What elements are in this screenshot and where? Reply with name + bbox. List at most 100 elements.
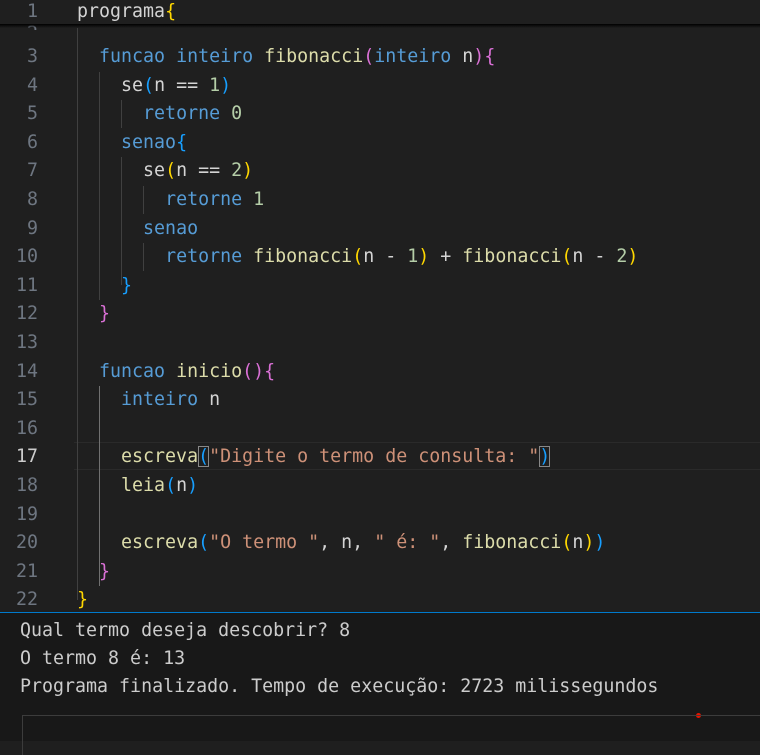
code-token: } — [99, 303, 111, 325]
code-token: ) — [242, 160, 254, 182]
code-token: n — [209, 389, 221, 411]
code-token: ) — [473, 46, 485, 67]
code-token: inteiro — [176, 46, 254, 67]
code-token: inicio — [176, 360, 243, 382]
indent-guide — [121, 100, 123, 128]
code-text: senao{ — [77, 129, 187, 157]
indent-guide — [143, 186, 145, 214]
code-line[interactable]: 5 retorne 0 — [0, 100, 760, 128]
terminal-output-line-2: O termo 8 é: 13 — [20, 648, 186, 669]
code-line[interactable]: 18 leia(n) — [0, 472, 760, 500]
line-number: 8 — [26, 189, 38, 210]
code-token: retorne — [165, 246, 243, 268]
code-token: ) — [220, 74, 232, 96]
code-text: } — [77, 586, 88, 613]
code-line[interactable]: 15 inteiro n — [0, 386, 760, 414]
code-token: ( — [561, 532, 573, 554]
code-token: se — [121, 74, 144, 96]
code-token: senao — [143, 217, 199, 239]
code-token: funcao — [99, 360, 166, 382]
line-number: 19 — [15, 503, 38, 525]
code-text: } — [77, 272, 132, 300]
line-number: 14 — [15, 360, 38, 382]
code-token: ( — [143, 74, 155, 96]
code-line[interactable]: 9 senao — [0, 215, 760, 243]
code-token: } — [99, 560, 111, 582]
line-number: 16 — [15, 417, 38, 439]
code-token: "O termo " — [209, 532, 320, 554]
line-number: 18 — [15, 475, 38, 496]
code-line[interactable]: 14 funcao inicio(){ — [0, 358, 760, 386]
code-line[interactable]: 3 funcao inteiro fibonacci(inteiro n){ — [0, 43, 760, 71]
code-token: ( — [165, 475, 177, 496]
code-token: 1 — [407, 246, 419, 268]
code-line[interactable]: 19 — [0, 501, 760, 529]
code-token: } — [121, 274, 133, 296]
code-line[interactable]: 10 retorne fibonacci(n - 1) + fibonacci(… — [0, 243, 760, 271]
code-token: ) — [253, 360, 265, 382]
code-token: ) — [418, 246, 430, 268]
line-number: 20 — [15, 532, 38, 554]
line-number: 4 — [26, 74, 38, 96]
code-token: , — [440, 532, 463, 554]
code-line[interactable]: 21 } — [0, 558, 760, 586]
code-token: retorne — [143, 103, 221, 125]
line-number: 13 — [15, 332, 38, 353]
line-number: 10 — [15, 246, 38, 268]
line-number: 3 — [26, 46, 38, 67]
code-token: ( — [363, 46, 375, 67]
code-token: inteiro — [374, 46, 452, 67]
terminal-output-line-3: Programa finalizado. Tempo de execução: … — [20, 676, 659, 697]
indent-guide — [121, 157, 123, 285]
code-line[interactable]: 22} — [0, 586, 760, 613]
terminal-input[interactable] — [22, 715, 760, 755]
code-token: 1 — [253, 189, 265, 210]
code-token: ) — [594, 532, 606, 554]
code-text: senao — [77, 215, 198, 243]
code-line[interactable]: 4 se(n == 1) — [0, 72, 760, 100]
terminal-output-line-1: Qual termo deseja descobrir? 8 — [20, 620, 351, 641]
code-line[interactable]: 17 escreva("Digite o termo de consulta: … — [0, 443, 760, 471]
code-line[interactable]: 13 — [0, 329, 760, 357]
line-number: 9 — [26, 217, 38, 239]
code-line[interactable]: 20 escreva("O termo ", n, " é: ", fibona… — [0, 529, 760, 557]
code-token: n — [176, 475, 188, 496]
code-token: 2 — [616, 246, 628, 268]
code-token: retorne — [165, 189, 243, 210]
code-token: n - — [363, 246, 408, 268]
code-token: ( — [352, 246, 364, 268]
code-text: retorne 0 — [77, 100, 242, 128]
code-token: n - — [572, 246, 617, 268]
code-token: n — [462, 46, 474, 67]
indent-guide — [77, 28, 78, 600]
code-token: { — [484, 46, 496, 67]
code-token: ) — [627, 246, 639, 268]
code-line[interactable]: 7 se(n == 2) — [0, 157, 760, 185]
code-line[interactable]: 8 retorne 1 — [0, 186, 760, 214]
code-token: ) — [187, 475, 199, 496]
code-text: funcao inteiro fibonacci(inteiro n){ — [77, 43, 495, 71]
code-line[interactable]: 16 — [0, 415, 760, 443]
code-text: retorne fibonacci(n - 1) + fibonacci(n -… — [77, 243, 638, 271]
code-token: + — [429, 246, 463, 268]
code-token: inteiro — [121, 389, 199, 411]
code-line[interactable]: 11 } — [0, 272, 760, 300]
terminal-panel[interactable]: Qual termo deseja descobrir? 8 O termo 8… — [0, 613, 760, 755]
line-number: 17 — [15, 446, 38, 468]
matched-bracket: ( — [198, 446, 210, 468]
line-number: 6 — [26, 131, 38, 153]
code-editor[interactable]: 1programa{23 funcao inteiro fibonacci(in… — [0, 0, 760, 613]
indent-guide — [143, 243, 145, 271]
code-text: se(n == 1) — [77, 72, 231, 100]
code-line[interactable]: 12 } — [0, 300, 760, 328]
code-line[interactable]: 6 senao{ — [0, 129, 760, 157]
